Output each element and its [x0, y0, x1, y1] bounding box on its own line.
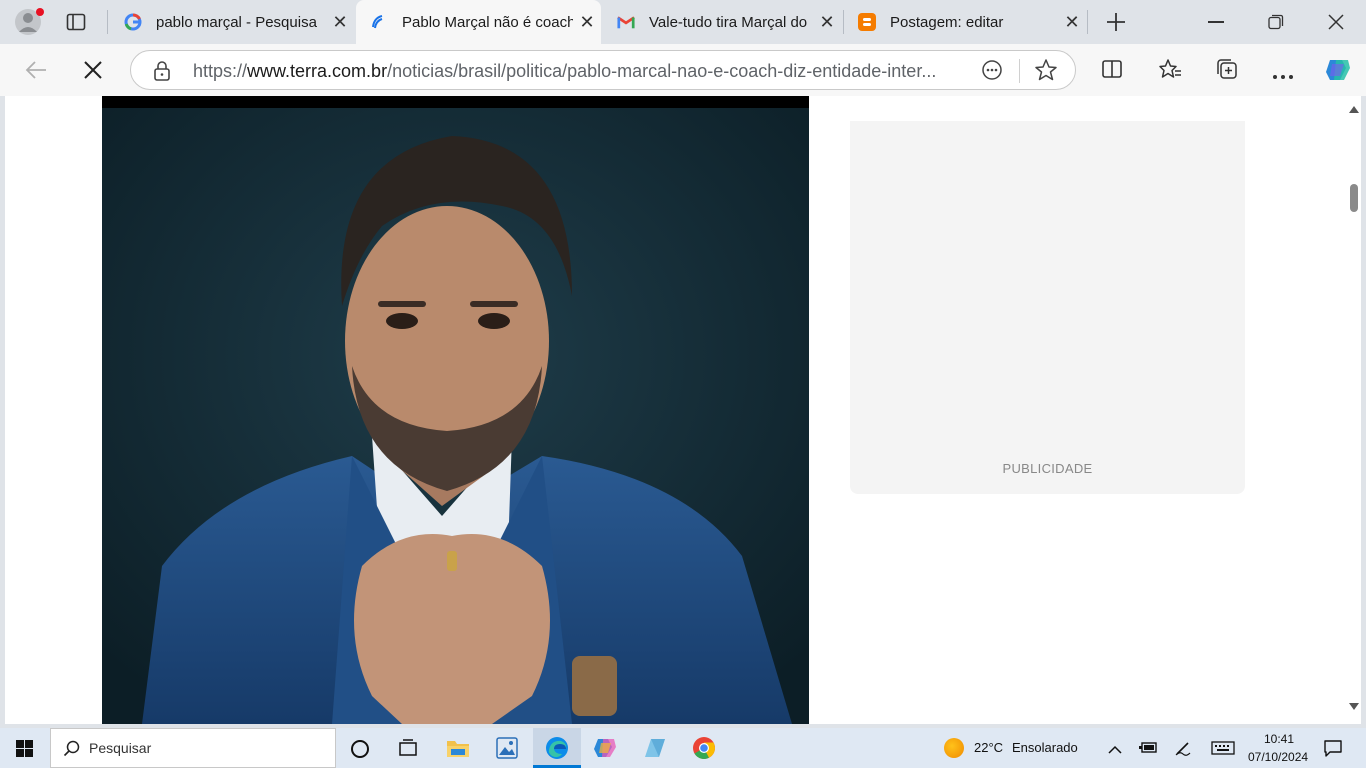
google-icon [124, 13, 142, 31]
article-photo [102, 96, 809, 724]
tab-google-search[interactable]: pablo marçal - Pesquisa ✕ [110, 0, 354, 44]
tab-blogger[interactable]: Postagem: editar ✕ [844, 0, 1086, 44]
favorite-star-icon[interactable] [1034, 58, 1058, 82]
chevron-up-icon[interactable] [1108, 742, 1122, 754]
task-view-icon[interactable] [397, 739, 419, 757]
tab-title: Vale-tudo tira Marçal do [649, 13, 808, 31]
battery-icon[interactable] [1138, 741, 1158, 755]
taskbar-search-box[interactable]: Pesquisar [50, 728, 336, 768]
back-icon[interactable] [24, 59, 48, 81]
scroll-up-icon[interactable] [1349, 106, 1359, 113]
lock-icon[interactable] [153, 61, 171, 81]
photos-icon[interactable] [496, 737, 518, 759]
url-text: https://www.terra.com.br/noticias/brasil… [193, 61, 963, 82]
minimize-icon[interactable] [1208, 21, 1224, 23]
profile-avatar[interactable] [14, 7, 44, 37]
stop-loading-icon[interactable] [82, 59, 104, 81]
tab-terra-article[interactable]: Pablo Marçal não é coach ✕ [356, 0, 601, 44]
tab-strip: pablo marçal - Pesquisa ✕ Pablo Marçal n… [0, 0, 1366, 44]
tab-title: pablo marçal - Pesquisa [156, 13, 317, 31]
close-window-icon[interactable] [1326, 12, 1346, 32]
browser-toolbar: https://www.terra.com.br/noticias/brasil… [0, 44, 1366, 96]
clock-time[interactable]: 10:41 [1264, 732, 1294, 746]
search-icon [63, 740, 81, 758]
favorites-icon[interactable] [1158, 58, 1182, 80]
advertisement-placeholder[interactable]: PUBLICIDADE [850, 121, 1245, 494]
gmail-icon [617, 13, 635, 31]
url-domain: www.terra.com.br [247, 61, 388, 81]
restore-icon[interactable] [1268, 14, 1284, 30]
weather-temperature[interactable]: 22°C [974, 740, 1003, 755]
copilot-icon[interactable] [1322, 54, 1354, 86]
blogger-icon [858, 13, 876, 31]
split-screen-icon[interactable] [1101, 58, 1123, 80]
chrome-icon[interactable] [692, 736, 716, 760]
close-tab-icon[interactable]: ✕ [573, 12, 601, 33]
windows-start-icon[interactable] [16, 740, 33, 757]
tab-title: Postagem: editar [890, 13, 1004, 31]
file-explorer-icon[interactable] [446, 737, 470, 759]
weather-sun-icon[interactable] [944, 738, 964, 758]
portrait-image [102, 96, 809, 724]
advertisement-label: PUBLICIDADE [1002, 461, 1093, 476]
tab-gmail[interactable]: Vale-tudo tira Marçal do ✕ [603, 0, 841, 44]
address-bar[interactable]: https://www.terra.com.br/noticias/brasil… [130, 50, 1076, 90]
pen-icon[interactable] [1174, 739, 1192, 757]
scrollbar-thumb[interactable] [1350, 184, 1358, 212]
tab-title: Pablo Marçal não é coach [402, 13, 573, 31]
page-viewport[interactable]: PUBLICIDADE [5, 96, 1361, 724]
read-aloud-icon[interactable] [981, 59, 1003, 81]
close-tab-icon[interactable]: ✕ [1058, 12, 1086, 33]
more-options-icon[interactable] [1272, 67, 1294, 79]
tab-actions-icon[interactable] [66, 12, 86, 32]
url-prefix: https:// [193, 61, 248, 81]
app-icon[interactable] [643, 737, 667, 759]
close-tab-icon[interactable]: ✕ [813, 12, 841, 33]
notifications-icon[interactable] [1324, 739, 1342, 757]
copilot-taskbar-icon[interactable] [592, 737, 618, 759]
clock-date[interactable]: 07/10/2024 [1248, 750, 1308, 764]
scroll-down-icon[interactable] [1349, 703, 1359, 710]
cortana-icon[interactable] [351, 740, 369, 758]
url-path: /noticias/brasil/politica/pablo-marcal-n… [387, 61, 937, 81]
close-tab-icon[interactable]: ✕ [326, 12, 354, 33]
edge-icon [546, 737, 568, 759]
keyboard-icon[interactable] [1211, 741, 1235, 755]
new-tab-button[interactable] [1104, 10, 1128, 34]
collections-icon[interactable] [1215, 58, 1239, 80]
edge-taskbar-active[interactable] [533, 728, 581, 768]
vertical-scrollbar[interactable] [1346, 96, 1361, 724]
search-placeholder: Pesquisar [89, 740, 152, 756]
weather-description[interactable]: Ensolarado [1012, 740, 1078, 755]
taskbar: Pesquisar 22°C Ensolarado 10:41 07/10/20… [0, 728, 1366, 768]
terra-icon [370, 13, 388, 31]
